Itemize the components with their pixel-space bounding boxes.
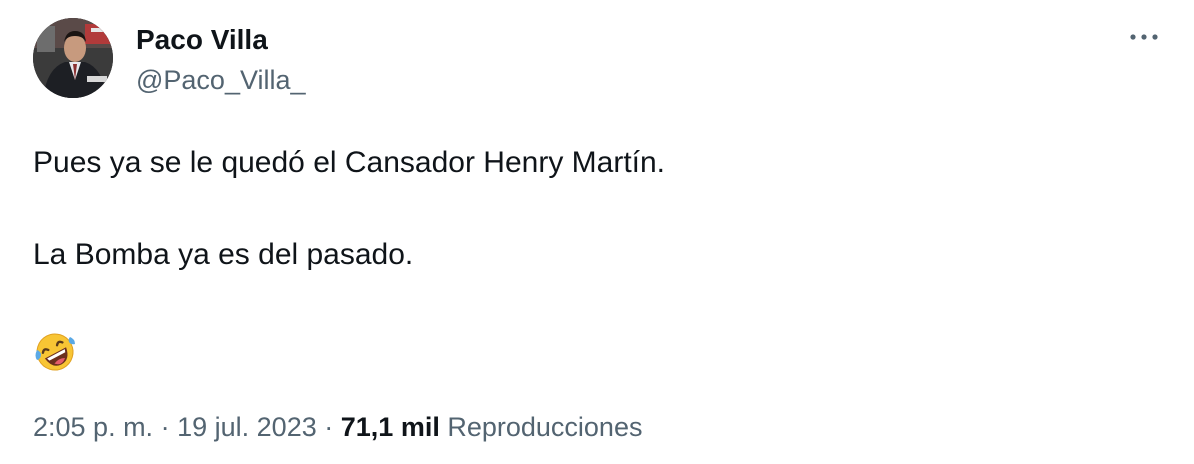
meta-separator: · [324,412,334,442]
more-dots-icon [1128,29,1160,47]
tweet-card: Paco Villa @Paco_Villa_ Pues ya se le qu… [0,0,1194,464]
rolling-on-the-floor-laughing-icon [34,331,76,373]
meta-separator: · [160,412,170,442]
avatar[interactable] [33,18,113,98]
tweet-text-line: La Bomba ya es del pasado. [33,238,414,271]
tweet-time[interactable]: 2:05 p. m. [33,412,153,442]
author-name[interactable]: Paco Villa [136,24,268,56]
tweet-text-line: Pues ya se le quedó el Cansador Henry Ma… [33,146,666,179]
tweet-meta: 2:05 p. m. · 19 jul. 2023 · 71,1 mil Rep… [33,409,642,445]
views-count[interactable]: 71,1 mil [341,412,440,442]
author-handle[interactable]: @Paco_Villa_ [136,64,306,96]
tweet-date[interactable]: 19 jul. 2023 [177,412,317,442]
views-label: Reproducciones [447,412,643,442]
more-button[interactable] [1124,22,1164,54]
